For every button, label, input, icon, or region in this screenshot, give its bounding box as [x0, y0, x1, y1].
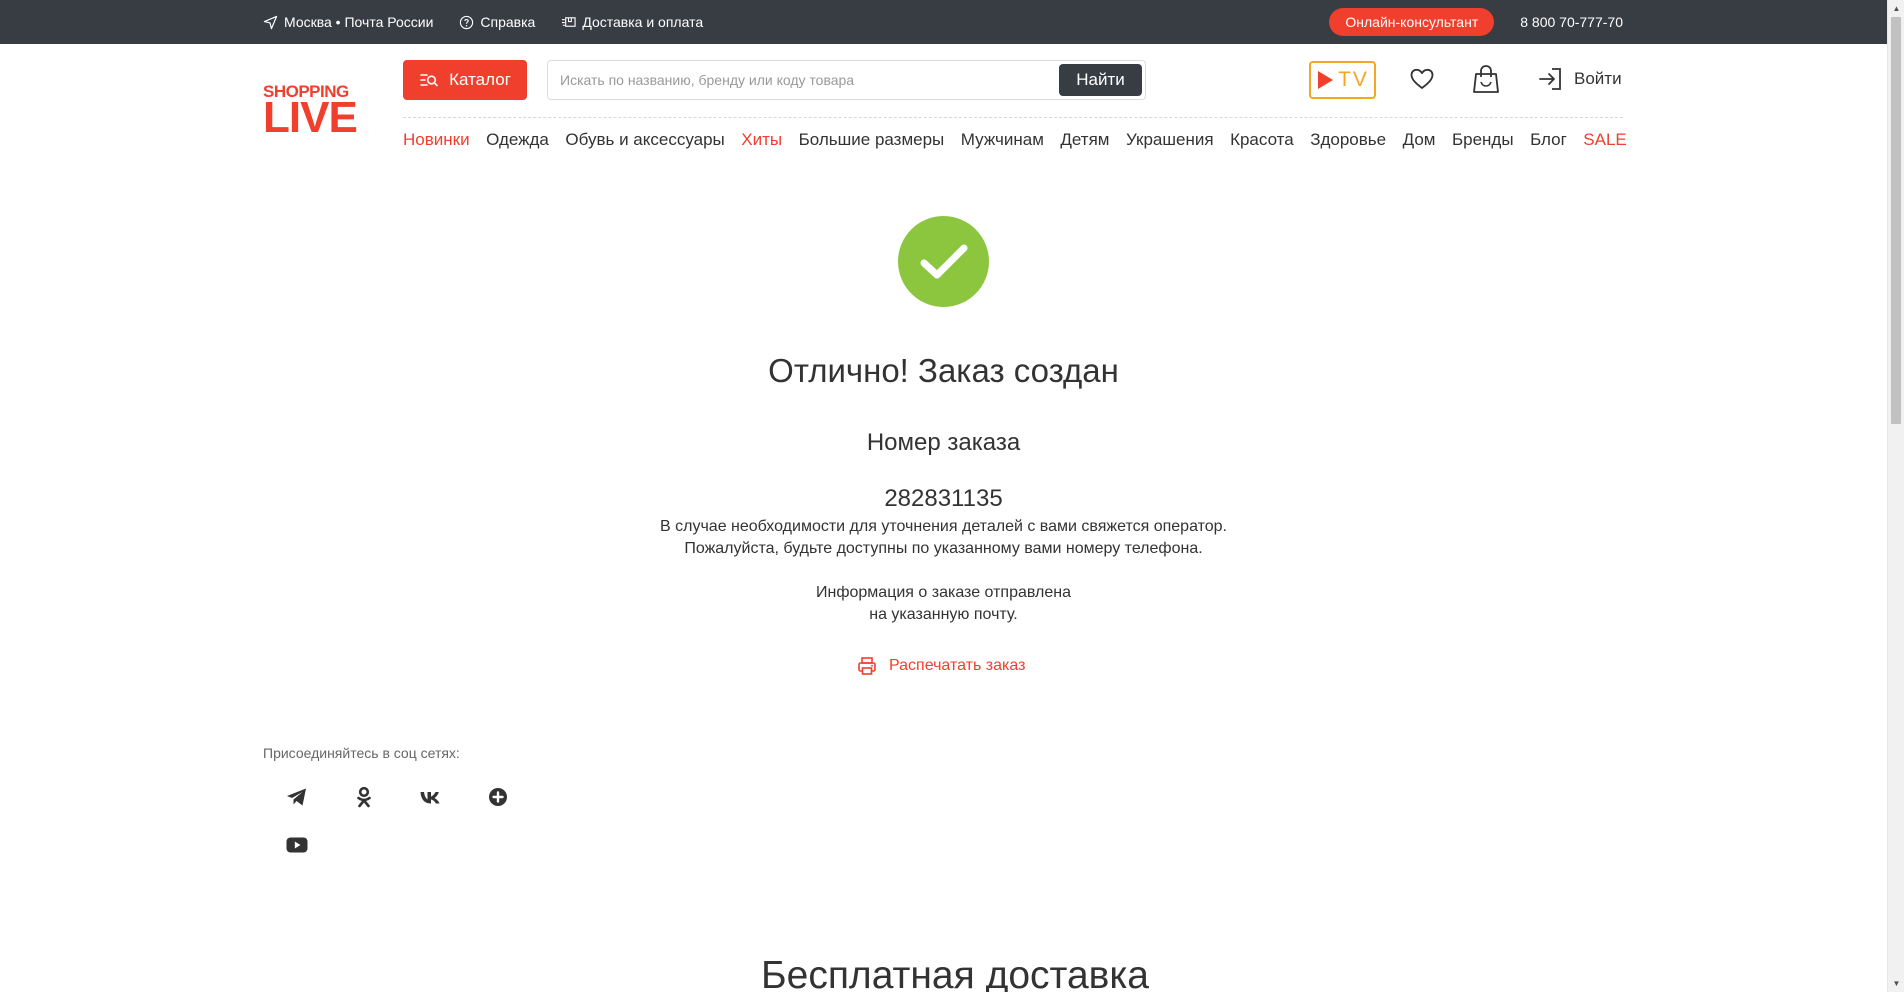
shopping-bag-icon[interactable]: [1472, 64, 1500, 94]
vk-link[interactable]: [397, 773, 464, 821]
location-arrow-icon: [263, 15, 278, 29]
logo-bottom-text: LIVE: [263, 93, 358, 142]
scroll-down-arrow-icon[interactable]: ▼: [1888, 975, 1904, 992]
play-icon: [1318, 71, 1334, 89]
header: SHOPPING LIVE Каталог Найти TV Войти Нов…: [263, 44, 1627, 164]
scroll-up-arrow-icon[interactable]: ▲: [1888, 0, 1904, 17]
nav-item-jewelry[interactable]: Украшения: [1126, 130, 1214, 150]
delivery-icon: [562, 16, 576, 27]
catalog-label: Каталог: [449, 70, 511, 89]
help-icon: [460, 15, 474, 29]
catalog-search-icon: [420, 74, 438, 87]
nav-item-sale[interactable]: SALE: [1583, 130, 1626, 150]
success-check-badge: [898, 216, 989, 307]
search-button[interactable]: Найти: [1059, 64, 1142, 96]
youtube-icon: [286, 837, 307, 853]
odnoklassniki-link[interactable]: [330, 773, 397, 821]
order-number: 282831135: [884, 485, 1003, 512]
login-button[interactable]: Войти: [1538, 66, 1622, 92]
nav-item-shoes-accessories[interactable]: Обувь и аксессуары: [565, 130, 724, 150]
free-delivery-heading: Бесплатная доставка: [761, 954, 1149, 992]
nav-item-health[interactable]: Здоровье: [1310, 130, 1386, 150]
social-title: Присоединяйтесь в соц сетях:: [263, 745, 460, 761]
login-icon: [1539, 68, 1561, 90]
tv-label: TV: [1338, 68, 1369, 91]
odnoklassniki-icon: [356, 786, 371, 808]
plus-link[interactable]: [464, 773, 531, 821]
nav-item-clothes[interactable]: Одежда: [486, 130, 549, 150]
nav-item-beauty[interactable]: Красота: [1230, 130, 1294, 150]
scroll-thumb[interactable]: [1891, 17, 1901, 424]
telegram-link[interactable]: [263, 773, 330, 821]
nav-item-plus-sizes[interactable]: Большие размеры: [799, 130, 945, 150]
location-link[interactable]: Москва • Почта России: [263, 14, 433, 30]
shopping-live-logo[interactable]: SHOPPING LIVE: [263, 83, 359, 142]
nav-item-home[interactable]: Дом: [1403, 130, 1436, 150]
online-consultant-button[interactable]: Онлайн-консультант: [1329, 8, 1495, 36]
order-success-title: Отлично! Заказ создан: [768, 352, 1119, 389]
nav-item-brands[interactable]: Бренды: [1452, 130, 1514, 150]
search-box: Найти: [547, 60, 1146, 100]
delivery-link[interactable]: Доставка и оплата: [561, 14, 703, 30]
nav-item-hits[interactable]: Хиты: [741, 130, 782, 150]
email-info-line1: Информация о заказе отправлена: [816, 584, 1071, 601]
telegram-icon: [286, 788, 306, 806]
top-bar: Москва • Почта России Справка Доставка и…: [0, 0, 1887, 44]
tv-button[interactable]: TV: [1309, 61, 1376, 99]
phone-number[interactable]: 8 800 70-777-70: [1520, 14, 1623, 30]
help-label: Справка: [480, 14, 536, 30]
email-info: Информация о заказе отправлена на указан…: [560, 582, 1327, 626]
operator-info-line2: Пожалуйста, будьте доступны по указанном…: [684, 540, 1203, 557]
printer-icon: [858, 657, 876, 675]
vk-icon: [420, 792, 439, 804]
catalog-button[interactable]: Каталог: [403, 60, 527, 100]
social-row-1: [263, 773, 531, 821]
help-link[interactable]: Справка: [459, 14, 535, 30]
operator-info: В случае необходимости для уточнения дет…: [560, 516, 1327, 560]
main-nav: Новинки Одежда Обувь и аксессуары Хиты Б…: [403, 130, 1643, 150]
order-number-label: Номер заказа: [866, 429, 1021, 456]
nav-item-blog[interactable]: Блог: [1530, 130, 1567, 150]
checkmark-icon: [920, 244, 967, 278]
search-input[interactable]: [560, 61, 1040, 99]
heart-icon[interactable]: [1409, 66, 1435, 92]
vertical-scrollbar[interactable]: ▲ ▼: [1887, 0, 1904, 992]
nav-item-men[interactable]: Мужчинам: [961, 130, 1044, 150]
header-divider: [403, 117, 1623, 118]
delivery-label: Доставка и оплата: [582, 14, 704, 30]
email-info-line2: на указанную почту.: [869, 606, 1018, 623]
print-order-label: Распечатать заказ: [889, 657, 1026, 674]
social-row-2: [263, 821, 330, 869]
plus-icon: [488, 788, 507, 806]
operator-info-line1: В случае необходимости для уточнения дет…: [660, 518, 1227, 535]
login-label: Войти: [1574, 69, 1622, 88]
nav-item-new[interactable]: Новинки: [403, 130, 470, 150]
location-label: Москва • Почта России: [284, 14, 434, 30]
print-order-link[interactable]: Распечатать заказ: [857, 656, 1025, 676]
nav-item-kids[interactable]: Детям: [1060, 130, 1109, 150]
youtube-link[interactable]: [263, 821, 330, 869]
